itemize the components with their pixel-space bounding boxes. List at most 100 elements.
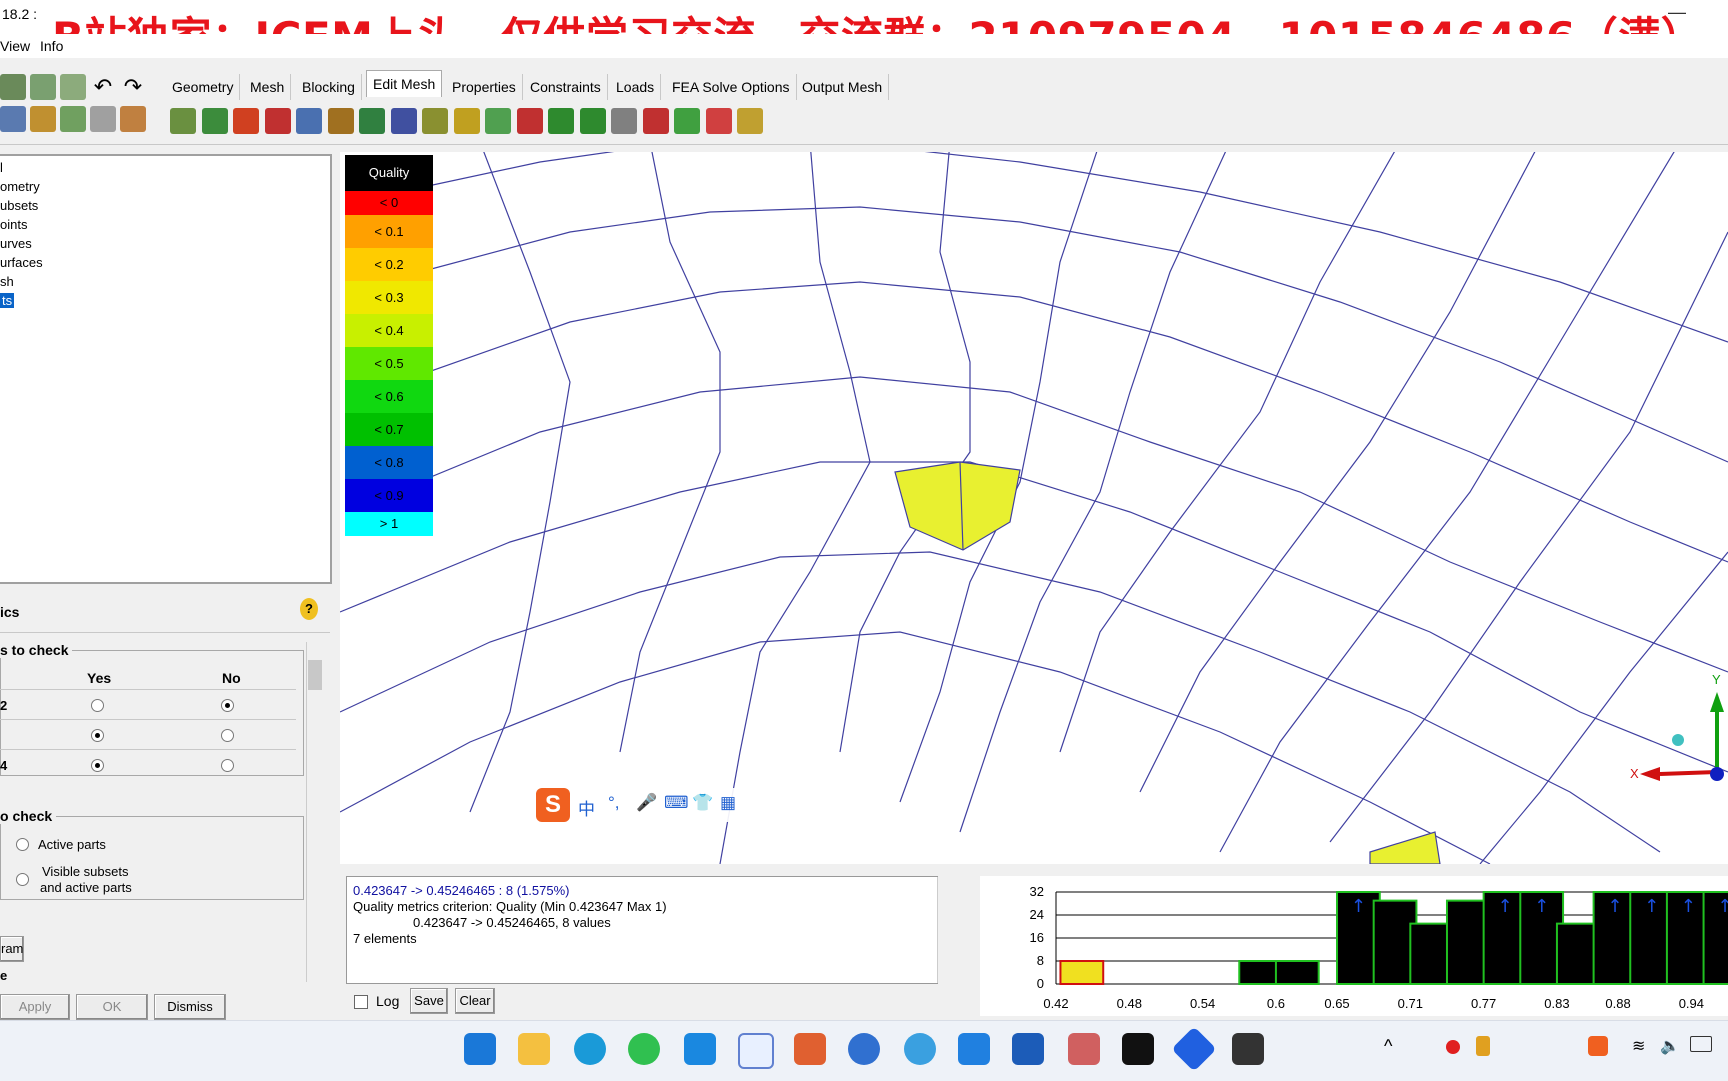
tree-item-parts[interactable]: ts <box>0 293 15 308</box>
app-icon[interactable] <box>684 1033 716 1065</box>
battery-icon[interactable] <box>1690 1036 1712 1052</box>
edit-mesh-tool-icon[interactable] <box>674 108 700 134</box>
file-explorer-icon[interactable] <box>518 1033 550 1065</box>
apply-button[interactable]: Apply <box>0 994 70 1020</box>
skin-icon[interactable]: 👕 <box>692 793 713 813</box>
app-icon[interactable] <box>1068 1033 1100 1065</box>
panel-scrollbar[interactable] <box>306 642 325 982</box>
undo-icon[interactable]: ↶ <box>90 74 116 100</box>
edit-mesh-tool-icon[interactable] <box>296 108 322 134</box>
row1-yes-radio[interactable] <box>91 699 104 712</box>
edit-mesh-tool-icon[interactable] <box>170 108 196 134</box>
scrollbar-thumb[interactable] <box>308 660 322 690</box>
graphics-viewport[interactable]: Y X S 中 °, 🎤 ⌨ 👕 ▦ <box>340 152 1728 864</box>
save-icon[interactable] <box>60 74 86 100</box>
chevron-up-icon[interactable]: ^ <box>1384 1036 1392 1057</box>
app-icon[interactable] <box>848 1033 880 1065</box>
edit-mesh-tool-icon[interactable] <box>327 108 354 134</box>
microphone-icon[interactable]: 🎤 <box>636 793 657 813</box>
wifi-icon[interactable]: ≋ <box>1632 1036 1645 1056</box>
edit-mesh-tool-icon[interactable] <box>516 108 543 134</box>
edit-mesh-tool-icon[interactable] <box>390 108 417 134</box>
terminal-icon[interactable] <box>1122 1033 1154 1065</box>
ok-button[interactable]: OK <box>76 994 148 1020</box>
apps-grid-icon[interactable]: ▦ <box>720 793 736 813</box>
row2-yes-radio[interactable] <box>91 729 104 742</box>
tree-item-points[interactable]: oints <box>0 217 27 232</box>
edit-mesh-tool-icon[interactable] <box>453 108 480 134</box>
open-icon[interactable] <box>0 74 26 100</box>
sogou-logo-icon[interactable]: S <box>536 788 570 822</box>
select-icon[interactable] <box>60 106 86 132</box>
row3-yes-radio[interactable] <box>91 759 104 772</box>
wechat-icon[interactable] <box>628 1033 660 1065</box>
lcs-icon[interactable] <box>0 106 26 132</box>
row3-no-radio[interactable] <box>221 759 234 772</box>
recorder-icon[interactable] <box>1232 1033 1264 1065</box>
clear-log-button[interactable]: Clear <box>455 988 495 1014</box>
volume-icon[interactable]: 🔈 <box>1660 1036 1680 1056</box>
edit-mesh-tool-icon[interactable] <box>611 108 637 134</box>
edit-mesh-tool-icon[interactable] <box>233 108 259 134</box>
edit-mesh-tool-icon[interactable] <box>264 108 291 134</box>
visible-subsets-radio[interactable] <box>16 873 29 886</box>
tab-edit-mesh[interactable]: Edit Mesh <box>366 70 443 97</box>
edit-mesh-tool-icon[interactable] <box>548 108 574 134</box>
tab-constraints[interactable]: Constraints <box>524 74 608 100</box>
tab-blocking[interactable]: Blocking <box>296 74 362 100</box>
tree-item-subsets[interactable]: ubsets <box>0 198 38 213</box>
menu-view[interactable]: View <box>0 38 30 54</box>
app-icon[interactable] <box>794 1033 826 1065</box>
edit-mesh-tool-icon[interactable] <box>359 108 385 134</box>
tree-item-root[interactable]: l <box>0 160 3 175</box>
app-icon[interactable] <box>904 1033 936 1065</box>
measure-icon[interactable] <box>30 106 56 132</box>
edit-mesh-tool-icon[interactable] <box>201 108 228 134</box>
quality-histogram[interactable]: 32 24 16 8 0 0.42 0.48 0.54 0.6 0.65 0.71 0.77 0.83 0… <box>980 876 1728 1016</box>
redo-icon[interactable]: ↷ <box>120 74 146 100</box>
edit-mesh-tool-icon[interactable] <box>422 108 448 134</box>
edit-mesh-tool-icon[interactable] <box>485 108 511 134</box>
edge-icon[interactable] <box>574 1033 606 1065</box>
histogram-button[interactable]: ram <box>0 936 24 962</box>
tab-loads[interactable]: Loads <box>610 74 662 100</box>
word-icon[interactable] <box>1012 1033 1044 1065</box>
tree-item-curves[interactable]: urves <box>0 236 32 251</box>
box-icon[interactable] <box>120 106 146 132</box>
highlighted-bad-element[interactable] <box>894 461 1021 551</box>
tree-item-surfaces[interactable]: urfaces <box>0 255 43 270</box>
grid-icon[interactable] <box>30 74 56 100</box>
tree-item-mesh[interactable]: sh <box>0 274 14 289</box>
log-checkbox[interactable] <box>354 995 368 1009</box>
sogou-tray-icon[interactable] <box>1588 1036 1608 1056</box>
legend-item: < 0.8 <box>345 446 433 479</box>
row2-no-radio[interactable] <box>221 729 234 742</box>
tab-properties[interactable]: Properties <box>446 74 523 100</box>
tab-fea-solve-options[interactable]: FEA Solve Options <box>666 74 797 100</box>
tab-mesh[interactable]: Mesh <box>244 74 292 100</box>
tab-geometry[interactable]: Geometry <box>166 74 241 100</box>
keyboard-icon[interactable]: ⌨ <box>664 793 689 813</box>
help-icon[interactable]: ? <box>300 598 318 620</box>
dismiss-button[interactable]: Dismiss <box>154 994 226 1020</box>
row1-no-radio[interactable] <box>221 699 234 712</box>
menu-info[interactable]: Info <box>40 38 63 54</box>
tree-item-geometry[interactable]: ometry <box>0 179 40 194</box>
record-indicator-icon[interactable] <box>1446 1040 1460 1054</box>
highlighted-bad-element[interactable] <box>1369 831 1441 864</box>
punctuation-icon[interactable]: °, <box>608 793 620 813</box>
sphere-icon[interactable] <box>90 106 116 132</box>
message-scrollbar[interactable] <box>937 877 956 983</box>
tray-icon[interactable] <box>1476 1036 1490 1056</box>
edit-mesh-tool-icon[interactable] <box>737 108 763 134</box>
edit-mesh-tool-icon[interactable] <box>642 108 669 134</box>
active-parts-radio[interactable] <box>16 838 29 851</box>
app-icon[interactable] <box>958 1033 990 1065</box>
edit-mesh-tool-icon[interactable] <box>705 108 732 134</box>
edit-mesh-tool-icon[interactable] <box>579 108 606 134</box>
start-icon[interactable] <box>464 1033 496 1065</box>
save-log-button[interactable]: Save <box>410 988 448 1014</box>
tab-output-mesh[interactable]: Output Mesh <box>796 74 890 100</box>
app-icon[interactable] <box>738 1033 774 1069</box>
ime-language[interactable]: 中 <box>578 795 595 820</box>
